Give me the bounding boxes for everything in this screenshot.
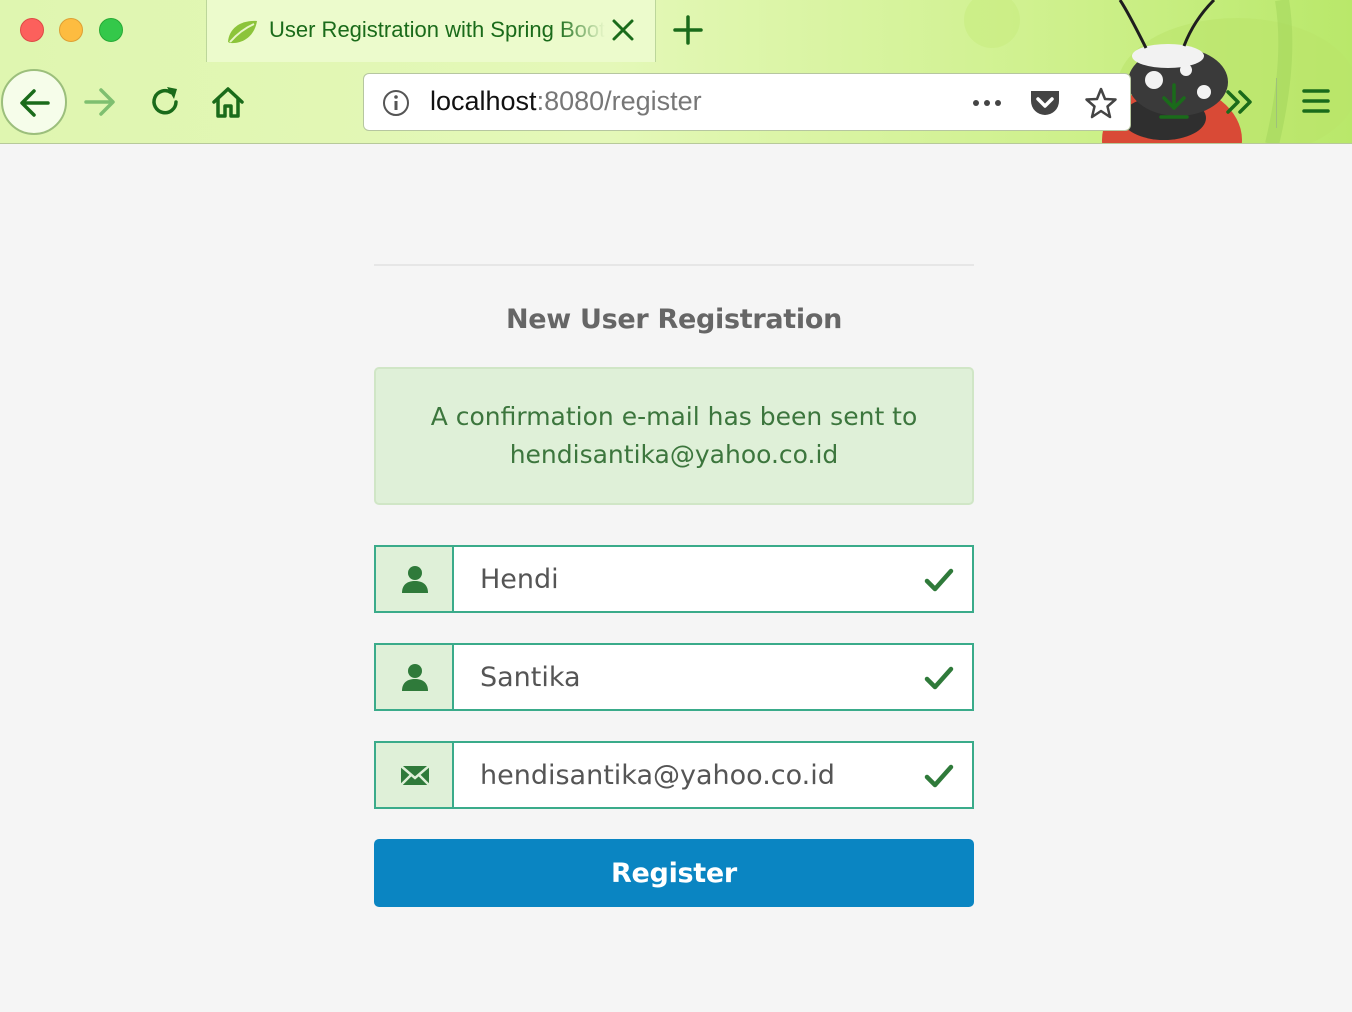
home-icon[interactable] xyxy=(210,84,246,120)
star-icon[interactable] xyxy=(1084,86,1118,120)
overflow-chevrons-icon[interactable] xyxy=(1222,84,1258,120)
tab-active[interactable]: User Registration with Spring Boot xyxy=(206,0,656,62)
page-title: New User Registration xyxy=(505,304,843,335)
forward-arrow-icon[interactable] xyxy=(82,84,118,120)
window-maximize-button[interactable] xyxy=(99,18,123,42)
spring-leaf-icon xyxy=(228,20,257,44)
pocket-icon[interactable] xyxy=(1028,87,1062,119)
download-icon[interactable] xyxy=(1157,82,1191,122)
navigation-toolbar: localhost:8080/register xyxy=(0,62,1352,143)
back-arrow-icon xyxy=(20,89,50,117)
checkmark-icon xyxy=(924,666,954,690)
close-icon[interactable] xyxy=(609,16,637,44)
email-field xyxy=(374,741,974,809)
url-path: :8080/register xyxy=(536,86,702,116)
info-icon[interactable] xyxy=(382,89,410,117)
window-close-button[interactable] xyxy=(20,18,44,42)
window-minimize-button[interactable] xyxy=(59,18,83,42)
first-name-field xyxy=(374,545,974,613)
reload-icon[interactable] xyxy=(147,84,183,120)
email-addon xyxy=(376,743,454,807)
first-name-addon xyxy=(376,547,454,611)
first-name-input[interactable] xyxy=(456,547,896,611)
checkmark-icon xyxy=(924,568,954,592)
tab-bar: User Registration with Spring Boot xyxy=(0,0,1352,62)
success-alert: A confirmation e-mail has been sent to h… xyxy=(374,367,974,505)
tab-title: User Registration with Spring Boot xyxy=(269,17,605,42)
user-icon xyxy=(402,566,428,593)
more-dots-icon[interactable] xyxy=(970,87,1004,119)
plus-icon[interactable] xyxy=(672,14,704,46)
hamburger-menu-icon[interactable] xyxy=(1300,85,1332,117)
last-name-input[interactable] xyxy=(456,645,896,709)
user-icon xyxy=(402,664,428,691)
alert-email: hendisantika@yahoo.co.id xyxy=(509,440,839,469)
url-host: localhost xyxy=(430,86,537,116)
last-name-addon xyxy=(376,645,454,709)
address-bar[interactable]: localhost:8080/register xyxy=(363,73,1131,131)
browser-chrome: User Registration with Spring Boot local… xyxy=(0,0,1352,144)
email-input[interactable] xyxy=(456,743,896,807)
toolbar-separator xyxy=(1276,78,1277,128)
back-button[interactable] xyxy=(1,69,67,135)
checkmark-icon xyxy=(924,764,954,788)
header-divider xyxy=(374,264,974,266)
alert-message: A confirmation e-mail has been sent to xyxy=(430,402,918,431)
register-button[interactable]: Register xyxy=(374,839,974,907)
last-name-field xyxy=(374,643,974,711)
envelope-icon xyxy=(400,765,430,786)
url-text[interactable]: localhost:8080/register xyxy=(430,86,702,120)
page-content: New User Registration A confirmation e-m… xyxy=(0,144,1352,1012)
